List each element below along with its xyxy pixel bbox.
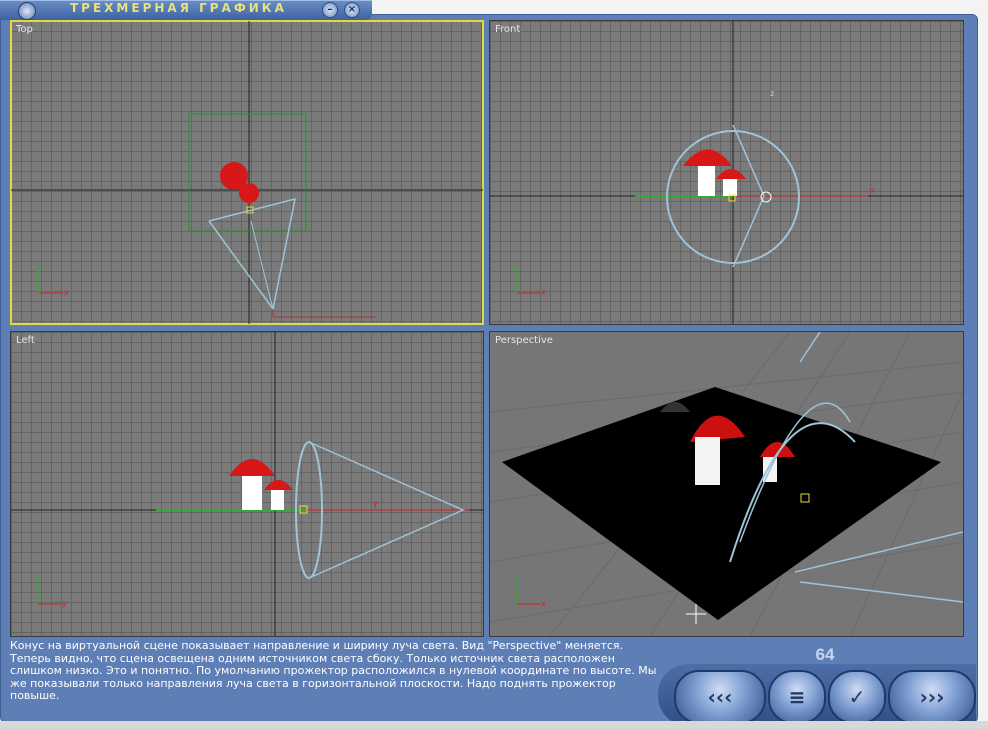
back-arrow-icon[interactable]: ‹‹‹	[674, 670, 766, 724]
close-icon[interactable]: ×	[344, 2, 360, 18]
left-view-scene: y z y	[11, 332, 483, 636]
title-bar[interactable]: ТРЕХМЕРНАЯ ГРАФИКА – ×	[0, 0, 372, 20]
svg-text:z: z	[770, 89, 774, 98]
perspective-view-scene: z x	[490, 332, 963, 636]
svg-text:z: z	[514, 264, 518, 273]
svg-text:z: z	[514, 575, 518, 584]
viewport-perspective[interactable]: z x Perspective	[489, 331, 964, 637]
description-text: Конус на виртуальной сцене показывает на…	[10, 639, 657, 702]
viewport-front[interactable]: Front z x x z	[489, 20, 964, 325]
viewport-left[interactable]: Left y z y	[10, 331, 484, 637]
svg-text:x: x	[870, 186, 875, 195]
svg-text:z: z	[35, 575, 39, 584]
front-view-scene: z x x z	[490, 21, 963, 324]
viewport-label: Perspective	[495, 335, 553, 346]
svg-text:y: y	[35, 264, 40, 273]
svg-text:y: y	[62, 599, 67, 608]
forward-arrow-icon[interactable]: ›››	[888, 670, 976, 724]
svg-text:x: x	[541, 288, 546, 297]
minimize-icon[interactable]: –	[322, 2, 338, 18]
svg-text:x: x	[541, 599, 546, 608]
top-view-scene: y x	[11, 21, 483, 324]
window-title: ТРЕХМЕРНАЯ ГРАФИКА	[70, 1, 287, 15]
menu-icon[interactable]: ≡	[768, 670, 826, 724]
app-icon[interactable]	[18, 2, 36, 20]
svg-text:y: y	[373, 499, 378, 508]
page-number: 64	[815, 645, 835, 664]
viewport-top[interactable]: Top y x	[10, 20, 484, 325]
check-icon[interactable]: ✓	[828, 670, 886, 724]
mushroom-cap	[239, 183, 259, 203]
background-strip	[0, 721, 988, 729]
svg-text:x: x	[64, 288, 69, 297]
